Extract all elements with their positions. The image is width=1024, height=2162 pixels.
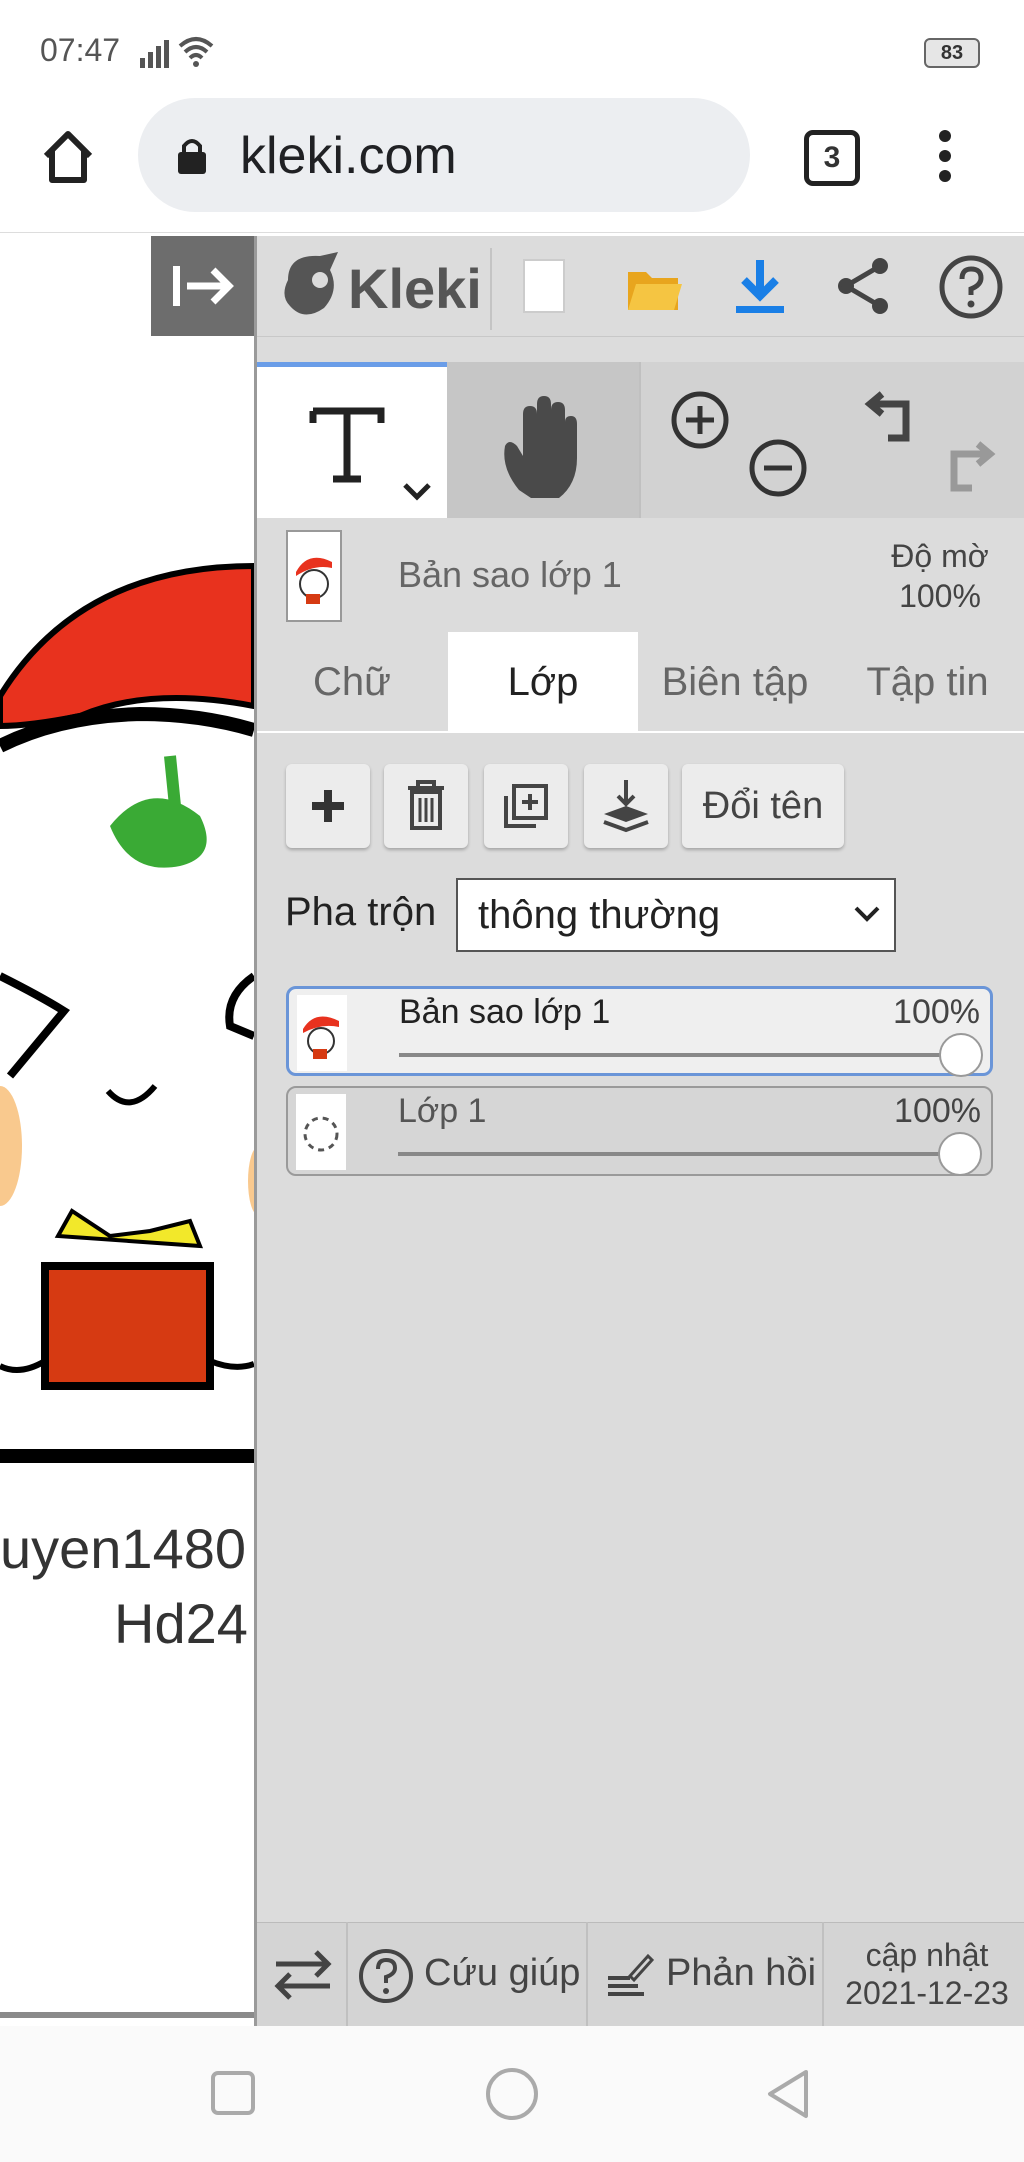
new-file-icon[interactable]: [520, 258, 568, 314]
layer-opacity: 100%: [893, 993, 980, 1031]
status-time: 07:47: [40, 32, 121, 68]
app-logo-text: Kleki: [348, 257, 482, 320]
layer-thumbnail-art: [303, 1016, 339, 1059]
tab-text[interactable]: Chữ: [257, 632, 447, 732]
tab-switcher-button[interactable]: 3: [804, 130, 860, 186]
zoom-out-icon[interactable]: [746, 436, 810, 500]
swap-side-icon[interactable]: [272, 1948, 334, 2002]
home-icon[interactable]: [40, 128, 96, 184]
tab-file[interactable]: Tập tin: [831, 632, 1024, 732]
blend-mode-value: thông thường: [478, 893, 721, 937]
battery-indicator: 83: [924, 38, 980, 68]
share-icon[interactable]: [834, 256, 892, 316]
layer-item-base[interactable]: Lớp 1 100%: [286, 1086, 993, 1176]
layer-thumbnail: [297, 995, 347, 1071]
layer-opacity-slider[interactable]: [938, 1132, 982, 1176]
text-tool-button[interactable]: [257, 362, 447, 518]
plus-icon: [312, 790, 344, 822]
layer-name: Bản sao lớp 1: [399, 993, 611, 1031]
zoom-in-icon[interactable]: [668, 388, 732, 452]
layer-thumbnail-art: [303, 1116, 339, 1152]
rename-layer-button[interactable]: Đổi tên: [682, 764, 844, 848]
tab-edit[interactable]: Biên tập: [639, 632, 831, 732]
tool-divider: [639, 362, 641, 518]
layer-thumbnail: [296, 1094, 346, 1170]
canvas-text-line1: uyen1480: [0, 1517, 247, 1580]
opacity-value: 100%: [899, 578, 981, 614]
trash-icon: [408, 780, 444, 830]
lock-icon: [178, 139, 206, 174]
current-layer-name: Bản sao lớp 1: [398, 554, 622, 595]
drawing-canvas[interactable]: uyen1480 Hd24: [0, 236, 254, 2016]
duplicate-icon: [504, 784, 548, 828]
feedback-link[interactable]: Phản hồi: [666, 1952, 816, 1995]
tab-layers[interactable]: Lớp: [448, 632, 638, 732]
layer-thumbnail-art: [296, 557, 332, 604]
canvas-edge: [0, 2012, 254, 2018]
delete-layer-button[interactable]: [384, 764, 468, 848]
redo-icon[interactable]: [938, 436, 998, 496]
footer-divider: [346, 1922, 348, 2026]
opacity-readout: Độ mờ 100%: [872, 536, 1008, 616]
help-circle-icon[interactable]: [356, 1946, 416, 2006]
update-info[interactable]: cập nhật 2021-12-23: [832, 1936, 1022, 2012]
signal-wifi-icon: [140, 37, 214, 68]
hand-tool-button[interactable]: [447, 362, 639, 518]
footer-divider: [822, 1922, 824, 2026]
update-date: 2021-12-23: [845, 1975, 1009, 2011]
duplicate-layer-button[interactable]: [484, 764, 568, 848]
add-layer-button[interactable]: [286, 764, 370, 848]
back-nav-icon[interactable]: [764, 2068, 812, 2120]
layer-opacity-track: [399, 1053, 959, 1057]
topbar-divider: [490, 248, 492, 330]
url-text[interactable]: kleki.com: [240, 126, 457, 186]
layer-opacity: 100%: [894, 1092, 981, 1130]
blend-mode-label: Pha trộn: [285, 890, 437, 934]
home-nav-icon[interactable]: [484, 2066, 540, 2122]
open-folder-icon[interactable]: [624, 262, 684, 314]
current-layer-thumbnail: [286, 530, 342, 622]
layer-item-copy[interactable]: Bản sao lớp 1 100%: [286, 986, 993, 1077]
collapse-panel-button[interactable]: [151, 236, 254, 336]
more-menu-icon[interactable]: [930, 128, 960, 184]
tab-underline: [257, 731, 1024, 733]
merge-down-icon: [603, 780, 649, 833]
hand-icon: [504, 396, 577, 498]
collapse-arrow-icon: [173, 266, 234, 306]
kleki-logo-icon: [284, 252, 338, 315]
blend-mode-select[interactable]: thông thường: [456, 878, 896, 952]
update-label: cập nhật: [865, 1937, 989, 1973]
help-link[interactable]: Cứu giúp: [424, 1952, 580, 1995]
drawing-artwork: [0, 562, 254, 1463]
layer-opacity-track: [398, 1152, 958, 1156]
feedback-icon[interactable]: [604, 1950, 654, 2002]
download-icon[interactable]: [734, 258, 786, 316]
layer-name: Lớp 1: [398, 1092, 487, 1130]
layer-opacity-slider[interactable]: [939, 1033, 983, 1077]
footer-divider: [586, 1922, 588, 2026]
opacity-label: Độ mờ: [891, 538, 989, 574]
canvas-text-line2: Hd24: [114, 1592, 248, 1655]
recent-apps-icon[interactable]: [210, 2070, 256, 2116]
undo-icon[interactable]: [862, 386, 922, 446]
merge-down-button[interactable]: [584, 764, 668, 848]
help-icon[interactable]: [938, 254, 1004, 320]
text-tool-icon: [309, 407, 385, 483]
chevron-down-icon: [854, 906, 880, 922]
chevron-down-icon[interactable]: [401, 481, 433, 503]
